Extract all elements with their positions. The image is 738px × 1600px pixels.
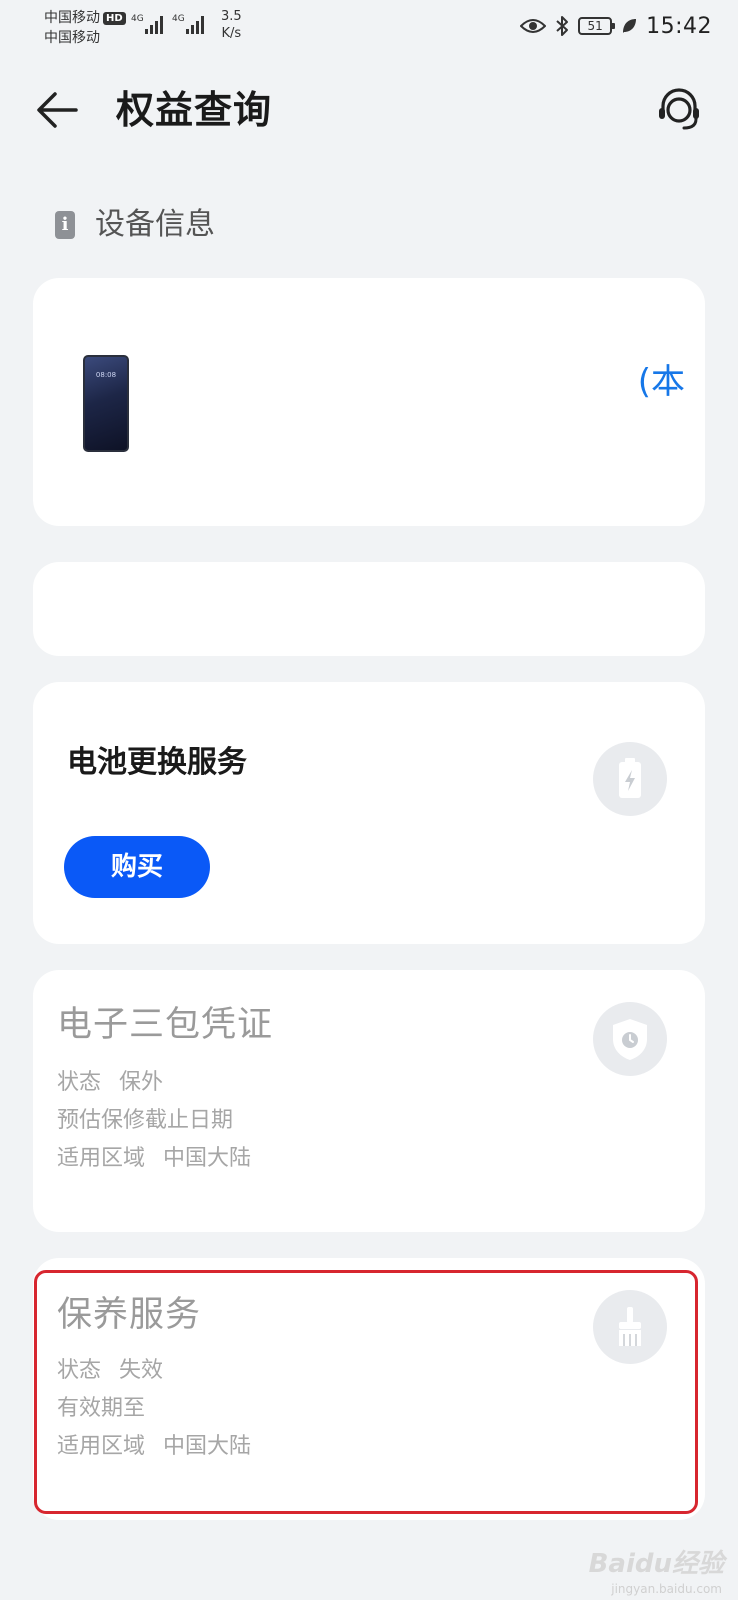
info-label: 状态 [57,1358,102,1383]
section-title: 设备信息 [95,207,215,242]
eye-icon [520,19,547,33]
leaf-icon [623,19,637,33]
network-speed: 3.5 K/s [221,8,242,42]
maintenance-title: 保养服务 [57,1295,202,1335]
warranty-icon-wrap [593,1002,667,1076]
bluetooth-icon [556,16,569,36]
brush-icon [619,1307,641,1346]
network-type-1: 4G [131,14,144,24]
device-card[interactable]: (本 [33,278,705,526]
watermark-url: jingyan.baidu.com [611,1582,722,1596]
info-label: 适用区域 [57,1434,146,1459]
battery-service-card[interactable]: 电池更换服务 购买 [33,682,705,944]
info-label: 适用区域 [57,1146,146,1171]
watermark-logo: Baidu经验 [588,1549,724,1579]
signal-icon: 4G [172,14,204,34]
info-value: 失效 [119,1358,164,1383]
battery-service-title: 电池更换服务 [67,745,247,780]
info-label: 状态 [57,1070,102,1095]
info-value: 中国大陆 [163,1434,252,1459]
info-row: 有效期至 [57,1394,163,1424]
maintenance-card[interactable]: 保养服务 状态 失效 有效期至 适用区域 中国大陆 [33,1258,705,1520]
info-row: 适用区域 中国大陆 [57,1432,251,1462]
section-header: i 设备信息 [55,205,215,245]
shield-clock-icon [613,1019,647,1060]
signal-icon: 4G [131,14,163,34]
buy-button[interactable]: 购买 [64,836,210,898]
speed-unit: K/s [221,26,242,41]
back-arrow-icon[interactable] [34,88,82,132]
app-bar: 权益查询 [0,72,738,148]
carrier-1: 中国移动 [44,10,100,26]
info-label: 有效期至 [57,1396,146,1421]
info-value: 中国大陆 [163,1146,252,1171]
warranty-card[interactable]: 电子三包凭证 状态 保外 预估保修截止日期 适用区域 中国大陆 [33,970,705,1232]
hd-badge: HD [103,12,126,25]
info-row: 状态 保外 [57,1068,163,1098]
battery-icon-wrap [593,742,667,816]
info-row: 预估保修截止日期 [57,1106,251,1136]
status-bar: 中国移动 HD 中国移动 4G 4G 3.5 K/s 51 15:42 [0,0,738,60]
status-icons: 51 15:42 [520,12,712,40]
info-value: 保外 [119,1070,164,1095]
device-name: (本 [637,362,685,402]
speed-value: 3.5 [221,9,242,24]
warranty-title: 电子三包凭证 [57,1005,274,1045]
maintenance-icon-wrap [593,1290,667,1364]
clock: 15:42 [646,13,712,39]
empty-card [33,562,705,656]
info-label: 预估保修截止日期 [57,1108,234,1133]
network-type-2: 4G [172,14,185,24]
info-row: 适用区域 中国大陆 [57,1144,251,1174]
battery-indicator: 51 [578,17,616,35]
customer-service-icon[interactable] [654,84,704,134]
info-icon: i [55,211,75,239]
carrier-info: 中国移动 HD 中国移动 [44,8,126,48]
page-title: 权益查询 [116,88,273,132]
info-row: 状态 失效 [57,1356,163,1386]
carrier-2: 中国移动 [44,30,100,46]
device-image [83,355,129,452]
battery-charging-icon [619,758,641,798]
